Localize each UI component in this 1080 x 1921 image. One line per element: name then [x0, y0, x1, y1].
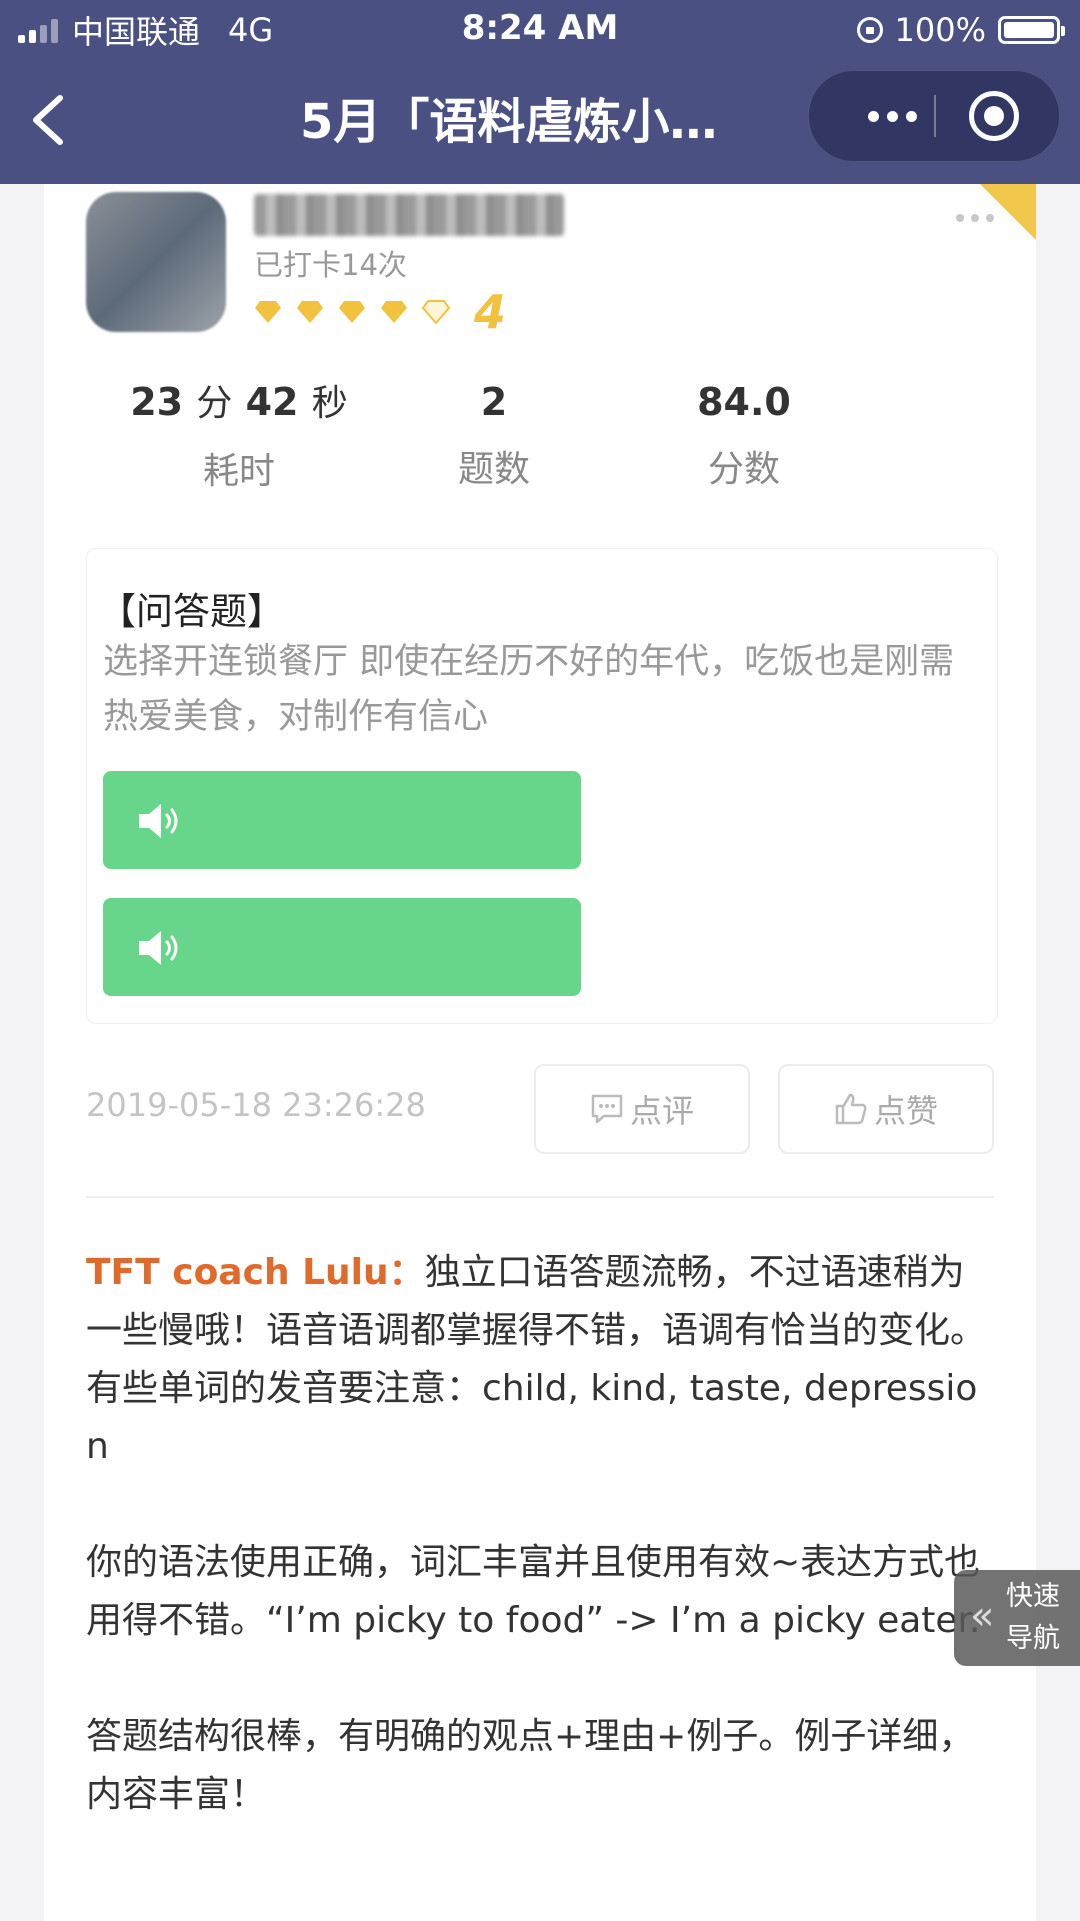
battery-percent: 100%	[894, 11, 986, 49]
coach-feedback: TFT coach Lulu：独立口语答题流畅，不过语速稍为一些慢哦！语音语调都…	[86, 1244, 996, 1824]
second-unit: 秒	[311, 383, 348, 424]
stat-score: 84.0 分数	[644, 374, 844, 498]
questions-count: 2	[480, 380, 508, 424]
speaker-icon	[139, 931, 178, 965]
quick-nav-label-2: 导航	[1006, 1623, 1060, 1654]
minute-unit: 分	[196, 383, 233, 424]
chevron-left-icon	[33, 95, 63, 145]
status-bar: 中国联通 4G 8:24 AM 100%	[0, 0, 1080, 60]
audio-player-2[interactable]	[103, 898, 581, 996]
gem-icon	[381, 301, 407, 323]
orientation-lock-icon	[856, 17, 883, 43]
quick-nav-label-1: 快速	[1006, 1581, 1060, 1612]
stats-row: 23 分 42 秒 耗时 2 题数 84.0 分数	[44, 374, 1036, 514]
nav-bar: 5月「语料虐炼小…	[0, 60, 1080, 184]
close-miniprogram-button[interactable]	[969, 91, 1019, 141]
thumbs-up-icon	[835, 1093, 867, 1125]
page-title: 5月「语料虐炼小…	[300, 94, 718, 150]
speaker-icon	[139, 804, 178, 838]
checkin-card: 已打卡14次 4 23 分 42 秒 耗时 2 题数 84.0 分数 【问答题】	[44, 184, 1036, 1921]
stat-duration: 23 分 42 秒 耗时	[124, 374, 354, 500]
username-redacted	[254, 194, 564, 236]
post-timestamp: 2019-05-18 23:26:28	[86, 1086, 426, 1124]
battery-icon	[998, 16, 1065, 44]
audio-player-1[interactable]	[103, 771, 581, 869]
coach-name: TFT coach Lulu：	[86, 1252, 425, 1293]
quick-nav-button[interactable]: « 快速 导航	[954, 1570, 1080, 1666]
divider	[86, 1196, 994, 1198]
checkin-count: 已打卡14次	[254, 248, 407, 282]
back-button[interactable]	[22, 90, 82, 150]
like-button[interactable]: 点赞	[778, 1064, 994, 1154]
level-gems: 4	[254, 285, 507, 339]
miniprogram-capsule	[808, 70, 1060, 162]
feedback-paragraph: TFT coach Lulu：独立口语答题流畅，不过语速稍为一些慢哦！语音语调都…	[86, 1244, 996, 1476]
double-chevron-left-icon: «	[970, 1593, 995, 1639]
question-prompt: 选择开连锁餐厅 即使在经历不好的年代，吃饭也是刚需 热爱美食，对制作有信心	[103, 642, 955, 737]
card-more-button[interactable]	[956, 214, 994, 222]
gem-icon	[339, 301, 365, 323]
comment-button-label: 点评	[629, 1092, 694, 1130]
duration-label: 耗时	[202, 451, 275, 492]
question-box: 【问答题】 选择开连锁餐厅 即使在经历不好的年代，吃饭也是刚需 热爱美食，对制作…	[86, 548, 998, 1024]
gem-icon	[297, 301, 323, 323]
gem-icon	[255, 301, 281, 323]
level-number: 4	[474, 285, 507, 339]
duration-seconds: 42	[245, 380, 299, 424]
duration-minutes: 23	[130, 380, 184, 424]
comment-icon	[591, 1094, 623, 1124]
question-type: 【问答题】	[99, 590, 284, 633]
feedback-text-2: 你的语法使用正确，词汇丰富并且使用有效~表达方式也用得不错。“I’m picky…	[86, 1542, 981, 1641]
capsule-divider	[934, 95, 936, 137]
stat-questions: 2 题数	[424, 374, 564, 498]
corner-ribbon	[980, 184, 1036, 240]
score-value: 84.0	[697, 380, 791, 424]
questions-label: 题数	[457, 449, 530, 490]
gem-outline-icon	[422, 300, 450, 324]
feedback-text-3: 答题结构很棒，有明确的观点+理由+例子。例子详细，内容丰富！	[86, 1716, 975, 1815]
like-button-label: 点赞	[873, 1092, 938, 1130]
comment-button[interactable]: 点评	[534, 1064, 750, 1154]
score-label: 分数	[707, 449, 780, 490]
more-menu-button[interactable]	[847, 71, 937, 161]
avatar[interactable]	[86, 192, 226, 332]
